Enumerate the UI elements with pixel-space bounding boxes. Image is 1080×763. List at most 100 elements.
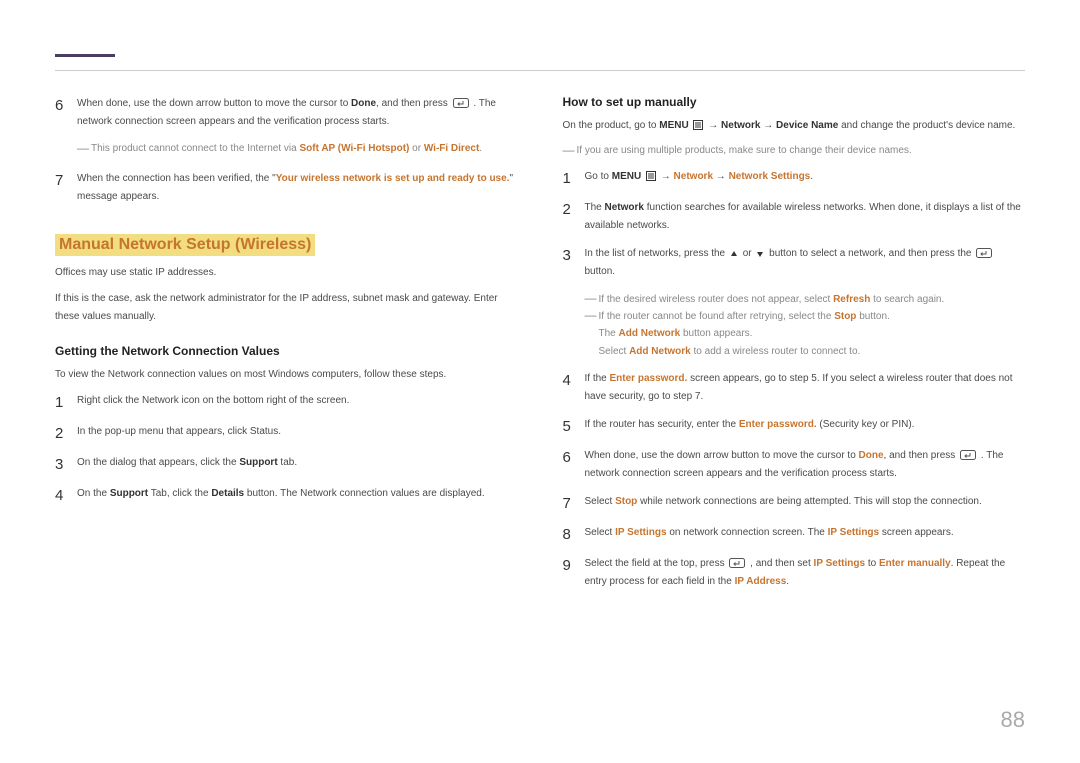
step-number: 2 — [55, 423, 77, 444]
arrow: → — [661, 171, 674, 182]
step-6: 6 When done, use the down arrow button t… — [55, 95, 518, 131]
step-number: 4 — [55, 485, 77, 506]
enter-icon — [729, 558, 745, 568]
text: If the router cannot be found after retr… — [599, 311, 835, 322]
menu-icon — [693, 120, 703, 130]
step-body: If the Enter password. screen appears, g… — [585, 370, 1026, 406]
dash-icon: ― — [77, 141, 91, 157]
text: button to select a network, and then pre… — [769, 248, 974, 259]
heading-manual-setup: Manual Network Setup (Wireless) — [55, 234, 315, 256]
text: (Security key or PIN). — [817, 419, 915, 430]
paragraph: If this is the case, ask the network adm… — [55, 290, 518, 326]
step-number: 4 — [563, 370, 585, 391]
step-number: 1 — [563, 168, 585, 189]
menu-icon — [646, 171, 656, 181]
text: button appears. — [680, 328, 752, 339]
menu-label: MENU — [612, 171, 641, 182]
heading-howto: How to set up manually — [563, 95, 1026, 109]
enter-password-label: Enter password. — [610, 373, 688, 384]
text: function searches for available wireless… — [585, 202, 1021, 231]
arrow: → — [760, 120, 776, 131]
step-body: Select IP Settings on network connection… — [585, 524, 1026, 542]
soft-ap-label: Soft AP (Wi-Fi Hotspot) — [299, 143, 409, 154]
text: button. — [856, 311, 889, 322]
howto-step-3: 3 In the list of networks, press the or … — [563, 245, 1026, 281]
stop-label: Stop — [615, 496, 637, 507]
network-label: Network — [605, 202, 644, 213]
menu-label: MENU — [659, 120, 688, 131]
note-body: If the router cannot be found after retr… — [599, 308, 890, 325]
step-number: 6 — [55, 95, 77, 116]
step-number: 2 — [563, 199, 585, 220]
step-body: Right click the Network icon on the bott… — [77, 392, 518, 410]
howto-step-7: 7 Select Stop while network connections … — [563, 493, 1026, 514]
header-rule — [55, 70, 1025, 71]
left-column: 6 When done, use the down arrow button t… — [55, 95, 518, 601]
text: button. The Network connection values ar… — [244, 488, 485, 499]
refresh-label: Refresh — [833, 294, 870, 305]
note-select-addnetwork: Select Add Network to add a wireless rou… — [585, 343, 1026, 360]
text: This product cannot connect to the Inter… — [91, 143, 299, 154]
step-body: On the dialog that appears, click the Su… — [77, 454, 518, 472]
step-number: 5 — [563, 416, 585, 437]
howto-step-4: 4 If the Enter password. screen appears,… — [563, 370, 1026, 406]
enter-icon — [976, 248, 992, 258]
step-body: Go to MENU → Network → Network Settings. — [585, 168, 1026, 186]
text: on network connection screen. The — [667, 527, 828, 538]
arrow: → — [708, 120, 721, 131]
text: , and then press — [884, 450, 959, 461]
down-icon — [756, 250, 764, 258]
getting-step-4: 4 On the Support Tab, click the Details … — [55, 485, 518, 506]
text: to search again. — [870, 294, 944, 305]
howto-step-6: 6 When done, use the down arrow button t… — [563, 447, 1026, 483]
text: Tab, click the — [148, 488, 211, 499]
dash-icon: ― — [563, 143, 577, 159]
ip-address-label: IP Address — [735, 576, 787, 587]
note-multiple: ― If you are using multiple products, ma… — [563, 143, 1026, 160]
heading-getting-values: Getting the Network Connection Values — [55, 344, 518, 358]
step-body: In the pop-up menu that appears, click S… — [77, 423, 518, 441]
page-number: 88 — [1001, 707, 1025, 733]
getting-step-3: 3 On the dialog that appears, click the … — [55, 454, 518, 475]
step-body: The Network function searches for availa… — [585, 199, 1026, 235]
paragraph: Offices may use static IP addresses. — [55, 264, 518, 282]
step-number: 3 — [563, 245, 585, 266]
text: . — [479, 143, 482, 154]
header-accent — [55, 54, 115, 57]
text: The — [585, 202, 605, 213]
text: , and then press — [376, 98, 451, 109]
step-number: 9 — [563, 555, 585, 576]
text: On the — [77, 488, 110, 499]
ip-settings-label: IP Settings — [615, 527, 667, 538]
text: or — [743, 248, 755, 259]
text: Go to — [585, 171, 612, 182]
text: button. — [585, 266, 616, 277]
done-label: Done — [351, 98, 376, 109]
step-body: When the connection has been verified, t… — [77, 170, 518, 206]
network-settings-label: Network Settings — [729, 171, 811, 182]
step-body: When done, use the down arrow button to … — [77, 95, 518, 131]
wifi-direct-label: Wi-Fi Direct — [424, 143, 479, 154]
text: or — [409, 143, 423, 154]
note-stop: ― If the router cannot be found after re… — [585, 308, 1026, 325]
note-body: If the desired wireless router does not … — [599, 291, 945, 308]
text: The — [599, 328, 619, 339]
text: When done, use the down arrow button to … — [585, 450, 859, 461]
text: Select the field at the top, press — [585, 558, 728, 569]
page: 6 When done, use the down arrow button t… — [0, 0, 1080, 763]
step-body: On the Support Tab, click the Details bu… — [77, 485, 518, 503]
step-body: If the router has security, enter the En… — [585, 416, 1026, 434]
text: while network connections are being atte… — [637, 496, 981, 507]
arrow: → — [713, 171, 729, 182]
text: When the connection has been verified, t… — [77, 173, 276, 184]
getting-step-2: 2 In the pop-up menu that appears, click… — [55, 423, 518, 444]
text: and change the product's device name. — [838, 120, 1015, 131]
step-number: 8 — [563, 524, 585, 545]
done-label: Done — [859, 450, 884, 461]
text: On the dialog that appears, click the — [77, 457, 239, 468]
dash-icon: ― — [585, 308, 599, 325]
step-number: 3 — [55, 454, 77, 475]
ip-settings-label: IP Settings — [814, 558, 866, 569]
add-network-label: Add Network — [619, 328, 681, 339]
support-label: Support — [110, 488, 148, 499]
